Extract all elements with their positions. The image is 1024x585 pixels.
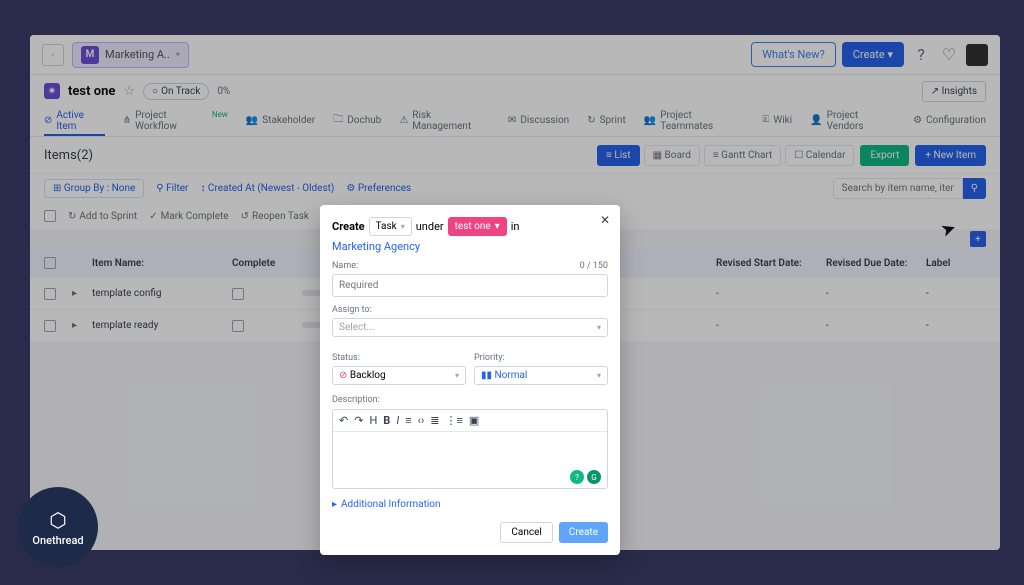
italic-icon[interactable]: I — [396, 414, 399, 427]
assign-label: Assign to: — [332, 305, 372, 315]
workspace-link[interactable]: Marketing Agency — [332, 240, 420, 253]
status-select[interactable]: ⊘ Backlog▾ — [332, 366, 466, 385]
priority-select[interactable]: ▮▮ Normal▾ — [474, 366, 608, 385]
rte-body[interactable]: ? G — [333, 432, 607, 488]
cube-icon: ⬡ — [49, 508, 66, 532]
desc-label: Description: — [332, 395, 608, 405]
additional-info-toggle[interactable]: ▸ Additional Information — [332, 499, 441, 510]
rte-toolbar: ↶ ↷ H B I ≡ ‹› ≣ ⋮≡ ▣ — [333, 410, 607, 432]
heading-icon[interactable]: H — [369, 414, 377, 427]
align-icon[interactable]: ≡ — [405, 414, 411, 427]
name-input[interactable] — [332, 274, 608, 297]
bold-icon[interactable]: B — [383, 414, 390, 427]
list-ol-icon[interactable]: ≣ — [430, 414, 439, 427]
image-icon[interactable]: ▣ — [469, 414, 479, 427]
type-select[interactable]: Task▾ — [369, 217, 412, 236]
priority-label: Priority: — [474, 353, 608, 363]
description-editor[interactable]: ↶ ↷ H B I ≡ ‹› ≣ ⋮≡ ▣ ? G — [332, 409, 608, 489]
close-icon[interactable]: ✕ — [600, 213, 610, 227]
status-label: Status: — [332, 353, 466, 363]
onethread-logo: ⬡ Onethread — [18, 487, 98, 567]
cancel-button[interactable]: Cancel — [500, 522, 552, 543]
in-label: in — [511, 220, 520, 233]
create-item-modal: ✕ Create Task▾ under test one▾ in Market… — [320, 205, 620, 555]
g-badge-icon[interactable]: G — [587, 470, 601, 484]
name-label: Name: — [332, 261, 358, 271]
assign-select[interactable]: Select...▾ — [332, 318, 608, 337]
name-counter: 0 / 150 — [580, 261, 608, 271]
help-badge-icon[interactable]: ? — [570, 470, 584, 484]
under-label: under — [416, 220, 444, 233]
undo-icon[interactable]: ↶ — [339, 414, 348, 427]
code-icon[interactable]: ‹› — [418, 414, 425, 427]
list-ul-icon[interactable]: ⋮≡ — [445, 414, 462, 427]
parent-select[interactable]: test one▾ — [448, 217, 507, 236]
redo-icon[interactable]: ↷ — [354, 414, 363, 427]
create-submit-button[interactable]: Create — [559, 522, 608, 543]
create-label: Create — [332, 220, 365, 233]
